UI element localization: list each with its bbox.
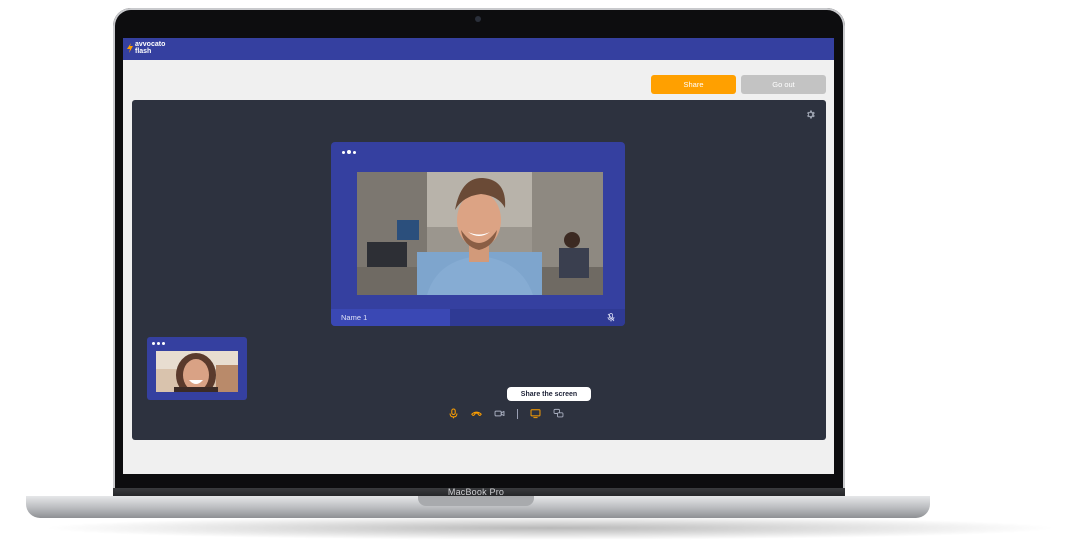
camera-icon[interactable] (494, 408, 505, 419)
laptop-shadow (40, 516, 1060, 540)
share-screen-tooltip: Share the screen (507, 387, 591, 401)
participant-name-bar: Name 1 (331, 309, 625, 326)
screen-share-icon[interactable] (530, 408, 541, 419)
device-brand-label: MacBook Pro (447, 487, 505, 497)
app-screen: avvocato flash Share Go out Name 1 Share… (123, 38, 834, 474)
microphone-icon[interactable] (448, 408, 459, 419)
more-options-icon[interactable] (152, 342, 165, 345)
main-participant-tile[interactable]: Name 1 (331, 142, 625, 326)
participant-thumbnail-tile[interactable] (147, 337, 247, 400)
logo-line-1: avvocato (135, 41, 166, 48)
video-call-panel: Name 1 Share the screen (132, 100, 826, 440)
mic-muted-icon (607, 313, 615, 322)
share-button[interactable]: Share (651, 75, 736, 94)
go-out-button[interactable]: Go out (741, 75, 826, 94)
thumbnail-participant-video (156, 351, 238, 392)
main-participant-video (357, 172, 603, 295)
app-header: avvocato flash (123, 38, 834, 60)
webcam (475, 16, 481, 22)
logo-line-2: flash (135, 48, 152, 55)
more-options-icon[interactable] (342, 150, 356, 154)
app-logo[interactable]: avvocato flash (127, 41, 165, 55)
controls-divider (517, 408, 518, 419)
chat-icon[interactable] (553, 408, 564, 419)
laptop-mockup: MacBook Pro avvocato flash Share Go out (0, 0, 1085, 554)
hang-up-icon[interactable] (471, 408, 482, 419)
call-controls (448, 408, 564, 419)
participant-name: Name 1 (341, 313, 368, 322)
gear-icon[interactable] (805, 109, 816, 120)
lightning-logo-icon (127, 43, 133, 53)
laptop-notch (418, 496, 534, 506)
